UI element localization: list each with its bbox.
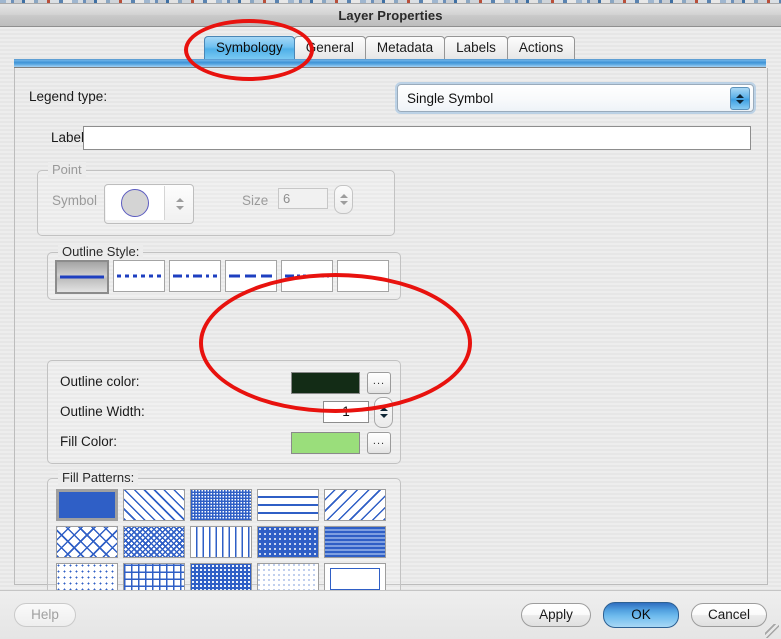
label-input[interactable] [83,126,751,150]
fill-pattern-dense-checker[interactable] [324,526,386,558]
pattern-backward-diagonal-icon [124,490,184,520]
point-symbol-preview [106,186,165,220]
legend-type-label: Legend type: [29,89,107,104]
pattern-forward-diagonal-icon [325,490,385,520]
fill-patterns-grid [56,489,386,595]
fill-color-label: Fill Color: [60,434,117,449]
point-group-title: Point [48,162,86,177]
resize-grip-icon[interactable] [765,624,779,638]
outline-style-dotted[interactable] [113,260,165,292]
fill-pattern-forward-diagonal[interactable] [324,489,386,521]
dash-dot-dot-line-icon [285,275,329,278]
label-row: Label: [15,126,767,152]
tab-metadata[interactable]: Metadata [365,36,445,59]
pattern-vertical-lines-icon [191,527,251,557]
tab-underline-bar [14,59,766,68]
fill-pattern-solid[interactable] [56,489,118,521]
tab-labels-label: Labels [456,40,496,55]
fill-color-picker-button[interactable]: ... [367,432,391,454]
outline-color-label: Outline color: [60,374,140,389]
fill-patterns-group: Fill Patterns: [47,478,401,602]
pattern-dense-dots-dark-icon [258,527,318,557]
dotted-line-icon [117,275,161,278]
outline-style-dash-dot[interactable] [169,260,221,292]
pattern-diagonal-cross-icon [57,527,117,557]
outline-style-dash-dot-dot[interactable] [281,260,333,292]
color-settings-group: Outline color: ... Outline Width: 1 Fill… [47,360,401,464]
tab-actions[interactable]: Actions [507,36,575,59]
tab-labels[interactable]: Labels [444,36,508,59]
layer-properties-window: Layer Properties Symbology General Metad… [0,3,781,617]
legend-type-select[interactable]: Single Symbol [397,84,754,112]
pattern-dense-checker-icon [325,527,385,557]
point-symbol-label: Symbol [52,193,97,208]
outline-style-title: Outline Style: [58,244,143,259]
tab-strip: Symbology General Metadata Labels Action… [204,35,574,59]
tab-metadata-label: Metadata [377,40,433,55]
tab-symbology[interactable]: Symbology [204,36,295,59]
fill-pattern-diagonal-cross[interactable] [56,526,118,558]
fill-pattern-vertical-lines[interactable] [190,526,252,558]
dialog-button-bar: Help Apply OK Cancel [0,591,781,639]
fill-pattern-backward-diagonal[interactable] [123,489,185,521]
window-title: Layer Properties [338,8,442,23]
tab-symbology-label: Symbology [216,40,283,55]
cancel-button[interactable]: Cancel [691,603,767,627]
legend-type-value: Single Symbol [398,91,493,106]
triangle-down-icon [176,206,184,210]
tab-general[interactable]: General [294,36,366,59]
window-body: Symbology General Metadata Labels Action… [0,27,781,617]
ok-button[interactable]: OK [603,602,679,628]
apply-button[interactable]: Apply [521,603,591,627]
triangle-up-icon [736,94,744,98]
circle-symbol-icon [121,189,149,217]
tab-general-label: General [306,40,354,55]
chevron-updown-icon[interactable] [730,87,750,110]
triangle-up-icon [176,198,184,202]
outline-width-label: Outline Width: [60,404,145,419]
outline-style-list [55,260,389,294]
legend-type-row: Legend type: Single Symbol [15,84,767,112]
triangle-down-icon [380,414,388,418]
outline-style-group: Outline Style: [47,252,401,300]
tab-bar: Symbology General Metadata Labels Action… [0,35,781,63]
window-titlebar: Layer Properties [0,4,781,27]
pattern-solid-icon [59,492,115,518]
fill-patterns-title: Fill Patterns: [58,470,138,485]
outline-style-none[interactable] [337,260,389,292]
outline-style-solid[interactable] [55,260,109,294]
point-symbol-combo[interactable] [104,184,194,224]
pattern-horizontal-lines-icon [258,490,318,520]
triangle-down-icon [736,100,744,104]
point-size-field[interactable]: 6 [278,188,328,209]
fill-pattern-dense-diagonal-cross[interactable] [123,526,185,558]
solid-line-icon [60,276,104,279]
point-size-stepper[interactable] [334,185,353,214]
triangle-up-icon [340,194,348,198]
point-size-label: Size [242,193,268,208]
triangle-up-icon [380,407,388,411]
dash-dot-line-icon [173,275,217,278]
tab-actions-label: Actions [519,40,563,55]
dashed-line-icon [229,275,273,278]
pattern-dense-diagonal-cross-icon [124,527,184,557]
help-button[interactable]: Help [14,603,76,627]
outline-width-stepper[interactable] [374,397,393,428]
outline-width-field[interactable]: 1 [323,401,369,423]
point-group: Point Symbol Size 6 [37,170,395,236]
outline-color-swatch[interactable] [291,372,360,394]
fill-color-swatch[interactable] [291,432,360,454]
outline-style-dashed[interactable] [225,260,277,292]
fill-pattern-dense-dots-dark[interactable] [257,526,319,558]
fill-pattern-horizontal-lines[interactable] [257,489,319,521]
point-symbol-stepper[interactable] [166,185,193,223]
symbology-pane: Legend type: Single Symbol Label: Point … [14,68,768,585]
pattern-small-checker-icon [191,490,251,520]
outline-color-picker-button[interactable]: ... [367,372,391,394]
fill-pattern-small-checker[interactable] [190,489,252,521]
triangle-down-icon [340,201,348,205]
